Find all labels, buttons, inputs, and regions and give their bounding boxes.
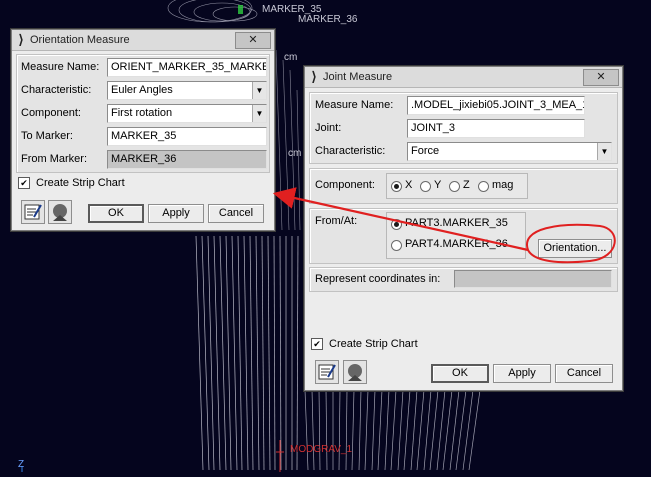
characteristic-value: Force	[411, 145, 440, 157]
component-label: Component:	[315, 179, 375, 191]
orientation-button[interactable]: Orientation...	[538, 239, 612, 258]
characteristic-label: Characteristic:	[21, 84, 92, 96]
from-marker-input[interactable]: MARKER_36	[107, 150, 267, 169]
characteristic-label: Characteristic:	[315, 145, 386, 157]
component-mag-radio[interactable]	[478, 181, 489, 192]
fields-panel: Measure Name: ORIENT_MARKER_35_MARKER_ C…	[16, 54, 270, 173]
gravity-label: MODGRAV_1	[290, 444, 353, 455]
represent-panel: Represent coordinates in:	[309, 267, 618, 292]
from-at-label: From/At:	[315, 215, 358, 227]
cancel-button[interactable]: Cancel	[555, 364, 613, 383]
measure-name-label: Measure Name:	[21, 61, 100, 73]
fit-view-icon[interactable]	[343, 360, 367, 384]
close-button[interactable]: ✕	[583, 69, 619, 86]
close-button[interactable]: ✕	[235, 32, 271, 49]
from-at-radio-group: PART3.MARKER_35 PART4.MARKER_36	[386, 212, 526, 259]
strip-chart-checkbox[interactable]: ✔	[18, 177, 30, 189]
component-select[interactable]: First rotation ▼	[107, 104, 267, 123]
measure-name-label: Measure Name:	[315, 99, 394, 111]
apply-button[interactable]: Apply	[148, 204, 204, 223]
strip-chart-label: Create Strip Chart	[329, 338, 418, 350]
measure-name-input[interactable]: ORIENT_MARKER_35_MARKER_	[107, 58, 267, 77]
ok-button[interactable]: OK	[431, 364, 489, 383]
chevron-down-icon[interactable]: ▼	[597, 143, 611, 160]
from-at-part4-label: PART4.MARKER_36	[405, 238, 508, 250]
component-x-radio[interactable]	[391, 181, 402, 192]
measure-name-input[interactable]: .MODEL_jixiebi05.JOINT_3_MEA_17	[407, 96, 585, 115]
component-x-label: X	[405, 179, 413, 191]
app-logo-icon: ⟩	[311, 69, 317, 84]
dialog-title: Joint Measure	[323, 71, 393, 83]
component-radio-group: X Y Z mag	[386, 173, 528, 199]
dialog-title: Orientation Measure	[30, 34, 130, 46]
strip-chart-label: Create Strip Chart	[36, 177, 125, 189]
represent-coordinates-label: Represent coordinates in:	[315, 273, 441, 285]
characteristic-select[interactable]: Force ▼	[407, 142, 612, 161]
from-at-part4-radio[interactable]	[391, 240, 402, 251]
from-at-part3-radio[interactable]	[391, 219, 402, 230]
measure-fields-panel: Measure Name: .MODEL_jixiebi05.JOINT_3_M…	[309, 92, 618, 164]
characteristic-value: Euler Angles	[111, 84, 173, 96]
strip-chart-checkbox[interactable]: ✔	[311, 338, 323, 350]
orientation-measure-dialog: ⟩ Orientation Measure ✕ Measure Name: OR…	[11, 29, 275, 231]
component-label: Component:	[21, 107, 81, 119]
component-mag-label: mag	[492, 179, 514, 191]
edit-function-icon[interactable]	[21, 200, 45, 224]
fit-view-icon[interactable]	[48, 200, 72, 224]
chevron-down-icon[interactable]: ▼	[252, 105, 266, 122]
to-marker-input[interactable]: MARKER_35	[107, 127, 267, 146]
characteristic-select[interactable]: Euler Angles ▼	[107, 81, 267, 100]
titlebar[interactable]: ⟩ Joint Measure ✕	[305, 67, 622, 88]
titlebar[interactable]: ⟩ Orientation Measure ✕	[12, 30, 274, 51]
edit-function-icon[interactable]	[315, 360, 339, 384]
from-at-panel: From/At: PART3.MARKER_35 PART4.MARKER_36…	[309, 208, 618, 264]
viewport-label: cm	[284, 52, 298, 63]
app-logo-icon: ⟩	[18, 32, 24, 47]
joint-measure-dialog: ⟩ Joint Measure ✕ Measure Name: .MODEL_j…	[304, 66, 623, 391]
chevron-down-icon[interactable]: ▼	[252, 82, 266, 99]
from-at-part3-label: PART3.MARKER_35	[405, 217, 508, 229]
viewport-label: cm	[288, 148, 302, 159]
apply-button[interactable]: Apply	[493, 364, 551, 383]
component-z-label: Z	[463, 179, 470, 191]
viewport-marker-label: MARKER_36	[298, 14, 358, 25]
to-marker-label: To Marker:	[21, 130, 73, 142]
component-z-radio[interactable]	[449, 181, 460, 192]
from-marker-label: From Marker:	[21, 153, 87, 165]
axis-z-label: Z	[18, 459, 25, 470]
represent-coordinates-input[interactable]	[454, 270, 612, 288]
component-panel: Component: X Y Z mag	[309, 168, 618, 204]
cancel-button[interactable]: Cancel	[208, 204, 264, 223]
ok-button[interactable]: OK	[88, 204, 144, 223]
component-value: First rotation	[111, 107, 173, 119]
joint-input[interactable]: JOINT_3	[407, 119, 585, 138]
component-y-radio[interactable]	[420, 181, 431, 192]
component-y-label: Y	[434, 179, 442, 191]
joint-label: Joint:	[315, 122, 342, 134]
